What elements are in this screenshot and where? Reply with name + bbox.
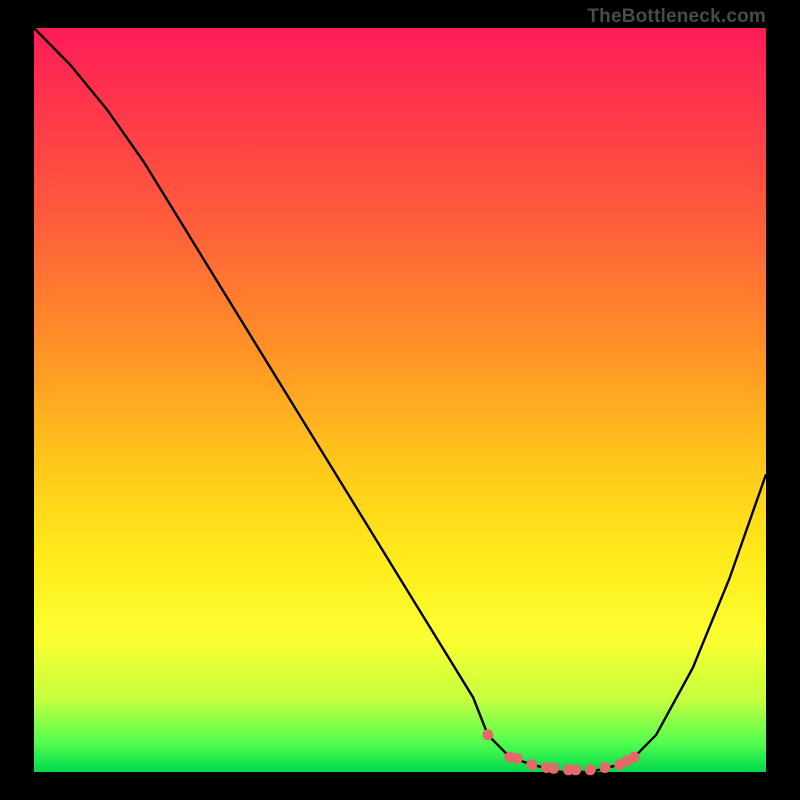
highlight-dot <box>600 762 611 773</box>
highlight-dot <box>570 764 581 775</box>
bottleneck-curve <box>34 28 766 772</box>
watermark-text: TheBottleneck.com <box>587 6 766 28</box>
highlight-dot <box>526 759 537 770</box>
highlight-dot <box>548 763 559 774</box>
highlight-dot <box>482 729 493 740</box>
highlight-dot <box>512 753 523 764</box>
highlight-dot <box>585 764 596 775</box>
highlight-dot <box>629 752 640 763</box>
curve-layer <box>34 28 766 772</box>
chart-frame: TheBottleneck.com <box>0 0 800 800</box>
